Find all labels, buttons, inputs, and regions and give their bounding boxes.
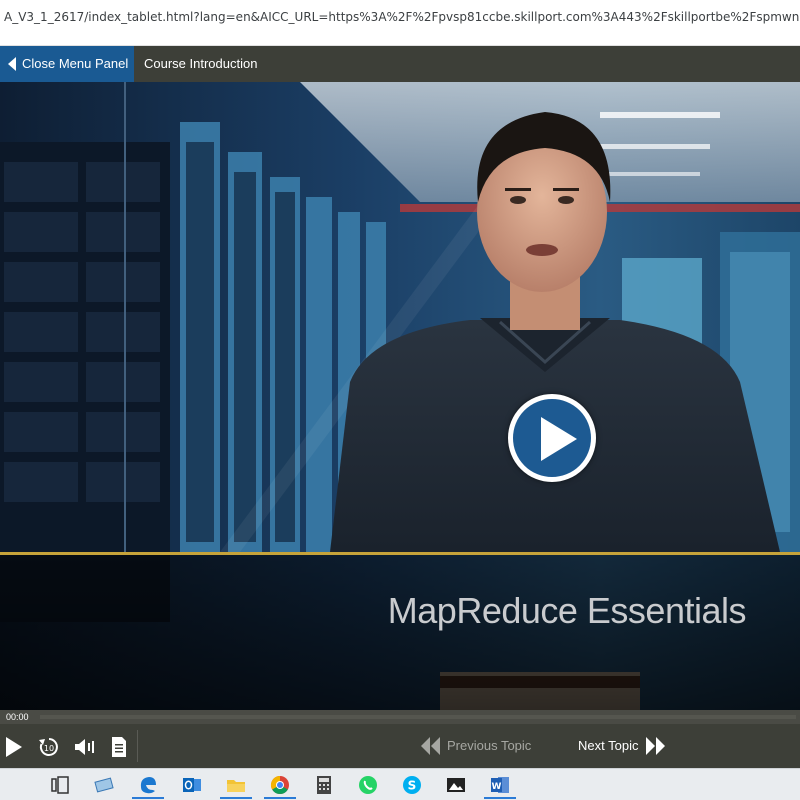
taskbar-whatsapp[interactable] xyxy=(348,771,388,799)
whatsapp-icon xyxy=(359,776,377,794)
next-topic-label: Next Topic xyxy=(578,738,639,753)
svg-text:W: W xyxy=(492,782,502,792)
browser-address-bar[interactable]: A_V3_1_2617/index_tablet.html?lang=en&AI… xyxy=(0,0,800,46)
replay-10-icon: 10 xyxy=(39,738,58,756)
previous-topic-label: Previous Topic xyxy=(447,738,532,753)
progress-bar[interactable] xyxy=(40,715,796,719)
taskbar-skype[interactable]: S xyxy=(392,771,432,799)
chevron-left-icon xyxy=(8,57,16,71)
taskbar-calculator[interactable] xyxy=(304,771,344,799)
url-text[interactable]: A_V3_1_2617/index_tablet.html?lang=en&AI… xyxy=(4,6,800,28)
player-control-bar: 10 Previous Topic Next Topic xyxy=(0,724,800,768)
next-topic-button[interactable]: Next Topic xyxy=(578,736,668,756)
svg-text:S: S xyxy=(408,779,417,793)
outlook-icon xyxy=(183,778,201,792)
audio-description-icon xyxy=(75,739,94,755)
player-top-bar: Close Menu Panel Course Introduction xyxy=(0,46,800,82)
transcript-button[interactable] xyxy=(110,736,128,758)
close-menu-panel-label: Close Menu Panel xyxy=(22,56,129,71)
double-chevron-right-icon xyxy=(646,737,665,755)
play-icon xyxy=(6,737,22,757)
gold-divider xyxy=(0,552,800,555)
taskbar-chrome[interactable] xyxy=(260,771,300,799)
double-chevron-left-icon xyxy=(421,737,440,755)
elapsed-time: 00:00 xyxy=(6,712,29,722)
close-menu-panel-button[interactable]: Close Menu Panel xyxy=(0,46,134,82)
play-icon xyxy=(541,417,577,461)
file-explorer-icon xyxy=(227,780,245,792)
taskbar-snipping-tool[interactable] xyxy=(84,771,124,799)
taskbar-edge[interactable] xyxy=(128,771,168,799)
video-frame[interactable]: MapReduce Essentials xyxy=(0,82,800,710)
video-title: MapReduce Essentials xyxy=(387,590,747,631)
word-icon: W xyxy=(491,777,509,793)
play-button[interactable] xyxy=(4,736,24,758)
skype-icon: S xyxy=(403,776,421,794)
replay-10-button[interactable]: 10 xyxy=(38,736,60,758)
progress-row: 00:00 xyxy=(0,710,800,724)
audio-description-button[interactable] xyxy=(74,737,96,757)
windows-taskbar: S W xyxy=(0,768,800,800)
control-divider xyxy=(137,730,138,762)
transcript-icon xyxy=(112,737,126,757)
taskbar-word[interactable]: W xyxy=(480,771,520,799)
course-title: Course Introduction xyxy=(144,56,258,71)
photos-icon xyxy=(447,778,465,792)
play-video-button[interactable] xyxy=(508,394,596,482)
edge-icon xyxy=(140,777,156,794)
svg-text:10: 10 xyxy=(44,744,54,753)
task-view-button[interactable] xyxy=(40,771,80,799)
calculator-icon xyxy=(317,776,331,794)
task-view-icon xyxy=(51,776,69,794)
snipping-tool-icon xyxy=(94,777,114,793)
chrome-icon xyxy=(270,776,289,795)
lower-third-overlay: MapReduce Essentials xyxy=(0,552,800,710)
taskbar-photos[interactable] xyxy=(436,771,476,799)
taskbar-outlook[interactable] xyxy=(172,771,212,799)
taskbar-file-explorer[interactable] xyxy=(216,771,256,799)
